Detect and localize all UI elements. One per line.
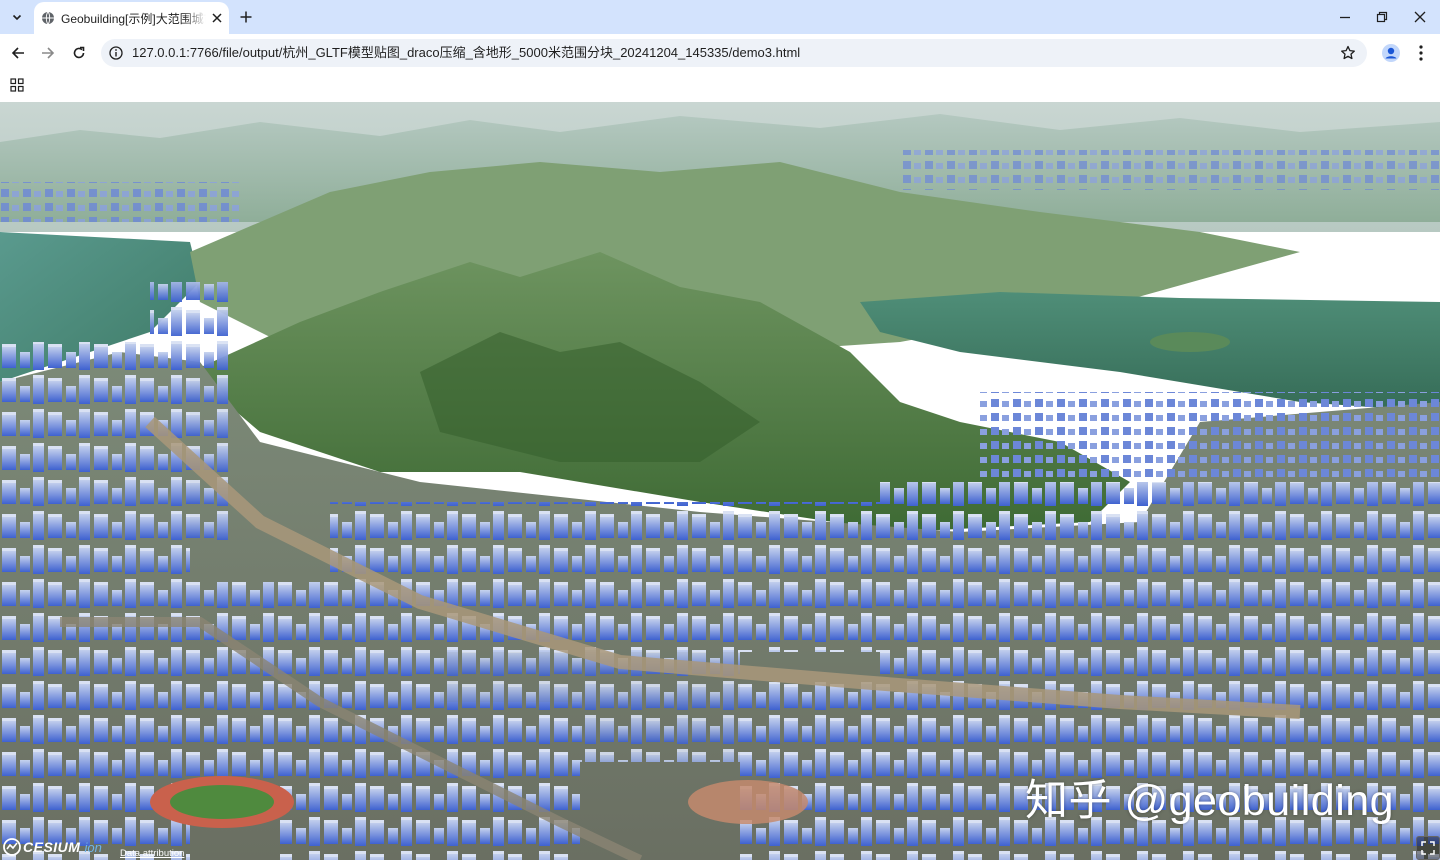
tab-strip: Geobuilding[示例]大范围城市 — [0, 0, 1440, 34]
arrow-right-icon — [42, 47, 55, 59]
minimize-button[interactable] — [1337, 9, 1353, 25]
reload-icon — [73, 46, 85, 59]
address-bar[interactable]: 127.0.0.1:7766/file/output/杭州_GLTF模型贴图_d… — [101, 39, 1367, 67]
close-window-button[interactable] — [1412, 9, 1428, 25]
minimize-icon — [1340, 16, 1350, 19]
restore-button[interactable] — [1374, 9, 1390, 25]
star-icon[interactable] — [1340, 45, 1356, 61]
info-icon[interactable] — [109, 46, 123, 60]
fullscreen-icon — [1421, 841, 1435, 855]
person-icon[interactable] — [1381, 43, 1401, 63]
watermark: 知乎 @geobuilding — [1025, 777, 1395, 825]
fullscreen-button[interactable] — [1416, 836, 1440, 860]
map-scene[interactable] — [0, 102, 1440, 860]
url-text[interactable]: 127.0.0.1:7766/file/output/杭州_GLTF模型贴图_d… — [132, 45, 800, 61]
close-icon — [1414, 11, 1426, 23]
chevron-down-icon — [12, 14, 22, 21]
globe-icon — [42, 11, 54, 25]
tab-title: Geobuilding[示例]大范围城市 — [61, 12, 206, 26]
kebab-icon[interactable] — [1413, 43, 1429, 63]
forward-button[interactable] — [38, 43, 58, 63]
active-tab[interactable]: Geobuilding[示例]大范围城市 — [34, 2, 229, 34]
restore-icon — [1376, 11, 1388, 23]
back-button[interactable] — [8, 43, 28, 63]
new-tab-button[interactable] — [237, 8, 255, 26]
cesium-ion-suffix: ion — [84, 839, 102, 855]
tab-search-button[interactable] — [6, 6, 28, 28]
browser-toolbar: 127.0.0.1:7766/file/output/杭州_GLTF模型贴图_d… — [0, 34, 1440, 72]
data-attribution-link[interactable]: Data attribution — [120, 848, 184, 859]
close-tab-button[interactable] — [209, 10, 225, 26]
reload-button[interactable] — [69, 43, 89, 63]
close-icon — [212, 13, 222, 23]
arrow-left-icon — [11, 47, 24, 59]
grid-icon[interactable] — [10, 78, 24, 92]
bookmarks-bar — [0, 72, 1440, 102]
cesium-icon — [3, 838, 21, 856]
plus-icon — [240, 11, 252, 23]
cesium-ion-logo[interactable]: CESIUM ion — [3, 838, 102, 856]
cesium-viewer[interactable]: CESIUM ion Data attribution 知乎 @geobuild… — [0, 102, 1440, 860]
cesium-brand: CESIUM — [23, 839, 81, 855]
